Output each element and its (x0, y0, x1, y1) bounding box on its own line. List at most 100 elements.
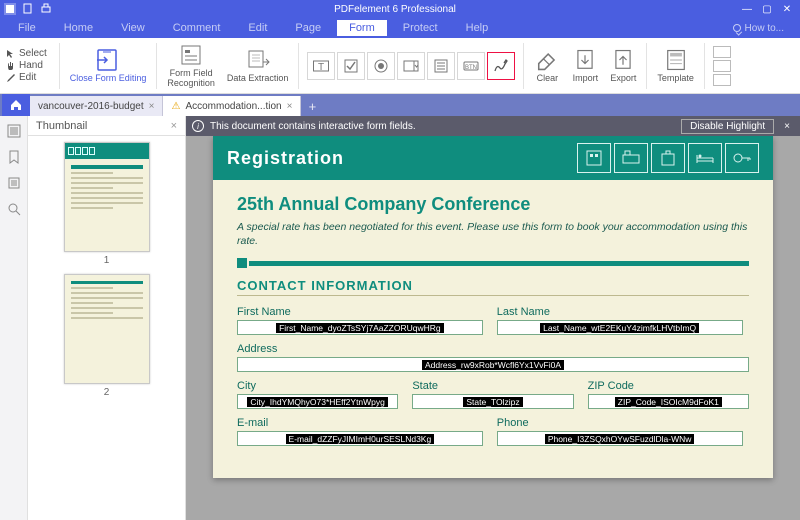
close-panel-icon[interactable]: × (171, 120, 177, 132)
bookmarks-nav-icon[interactable] (7, 150, 21, 164)
first-name-field[interactable]: First_Name_dyoZTsSYj7AaZZORUqwHRg (237, 320, 483, 335)
import-icon (572, 48, 598, 72)
menu-edit[interactable]: Edit (236, 20, 279, 36)
menu-file[interactable]: File (6, 20, 48, 36)
header-icon-building (577, 143, 611, 173)
section-heading: CONTACT INFORMATION (237, 278, 749, 293)
state-label: State (412, 380, 573, 392)
close-tab-icon[interactable]: × (287, 101, 293, 112)
close-form-icon (95, 48, 121, 72)
edit-tool[interactable]: Edit (6, 72, 47, 83)
last-name-label: Last Name (497, 306, 743, 318)
select-tool[interactable]: Select (6, 48, 47, 59)
doc-header-title: Registration (227, 148, 574, 169)
thumbnails-nav-icon[interactable] (7, 124, 21, 138)
disable-highlight-button[interactable]: Disable Highlight (681, 119, 774, 134)
address-label: Address (237, 343, 749, 355)
city-label: City (237, 380, 398, 392)
clear-button[interactable]: Clear (528, 40, 566, 92)
doc-subtitle: A special rate has been negotiated for t… (237, 221, 749, 248)
menu-help[interactable]: Help (454, 20, 501, 36)
data-extraction-button[interactable]: Data Extraction (221, 40, 295, 92)
close-tab-icon[interactable]: × (149, 101, 155, 112)
home-tab-button[interactable] (2, 94, 30, 116)
eraser-icon (534, 48, 560, 72)
svg-text:BTN: BTN (465, 65, 477, 71)
last-name-field[interactable]: Last_Name_wtE2EKuY4zimfkLHVtbImQ (497, 320, 743, 335)
header-icon-luggage (651, 143, 685, 173)
form-info-bar: i This document contains interactive for… (186, 116, 800, 136)
menu-page[interactable]: Page (283, 20, 333, 36)
email-field[interactable]: E-mail_dZZFyJIMImH0urSESLNd3Kg (237, 431, 483, 446)
page-thumbnail-2[interactable]: 2 (64, 274, 150, 398)
info-message: This document contains interactive form … (210, 121, 416, 132)
export-button[interactable]: Export (604, 40, 642, 92)
lightbulb-icon (733, 24, 741, 32)
close-window-button[interactable]: ✕ (778, 3, 796, 15)
recognition-icon (178, 43, 204, 67)
button-tool[interactable]: BTN (457, 52, 485, 80)
menu-view[interactable]: View (109, 20, 157, 36)
first-name-label: First Name (237, 306, 483, 318)
svg-text:T: T (318, 62, 324, 73)
maximize-button[interactable]: ▢ (758, 3, 776, 15)
window-title: PDFelement 6 Professional (52, 4, 738, 15)
title-bar: PDFelement 6 Professional — ▢ ✕ (0, 0, 800, 18)
state-field[interactable]: State_TOlzipz (412, 394, 573, 409)
thumbnail-title: Thumbnail (36, 120, 87, 132)
listbox-tool[interactable] (427, 52, 455, 80)
template-button[interactable]: Template (651, 40, 700, 92)
pencil-icon (6, 73, 16, 83)
email-label: E-mail (237, 417, 483, 429)
warning-icon: ⚠ (171, 101, 180, 112)
side-navigation (0, 116, 28, 520)
zip-field[interactable]: ZIP_Code_ISOIcM9dFoK1 (588, 394, 749, 409)
menu-comment[interactable]: Comment (161, 20, 233, 36)
address-field[interactable]: Address_rw9xRob*Wcfl6Yx1VvFi0A (237, 357, 749, 372)
combobox-tool[interactable] (397, 52, 425, 80)
extraction-icon (245, 48, 271, 72)
cursor-icon (6, 49, 16, 59)
hand-tool[interactable]: Hand (6, 60, 47, 71)
alignment-tools[interactable] (709, 46, 735, 86)
template-icon (663, 48, 689, 72)
doc-tab-1[interactable]: vancouver-2016-budget× (30, 96, 163, 116)
add-tab-button[interactable]: + (301, 96, 323, 116)
ribbon-toolbar: Select Hand Edit Close Form Editing Form… (0, 38, 800, 94)
search-nav-icon[interactable] (7, 202, 21, 216)
phone-label: Phone (497, 417, 743, 429)
zip-label: ZIP Code (588, 380, 749, 392)
close-infobar-button[interactable]: × (780, 121, 794, 132)
pdf-page: Registration 25th Annual Company Confere… (213, 136, 773, 478)
close-form-editing-button[interactable]: Close Form Editing (64, 40, 153, 92)
menu-home[interactable]: Home (52, 20, 105, 36)
menu-bar: File Home View Comment Edit Page Form Pr… (0, 18, 800, 38)
howto-search[interactable]: How to... (733, 23, 794, 34)
doc-title: 25th Annual Company Conference (237, 194, 749, 215)
header-icon-room (614, 143, 648, 173)
header-icon-bed (688, 143, 722, 173)
minimize-button[interactable]: — (738, 3, 756, 15)
doc-tab-2[interactable]: ⚠Accommodation...tion× (163, 96, 301, 116)
attachments-nav-icon[interactable] (7, 176, 21, 190)
header-icon-key (725, 143, 759, 173)
menu-protect[interactable]: Protect (391, 20, 450, 36)
print-icon[interactable] (40, 3, 52, 15)
import-button[interactable]: Import (566, 40, 604, 92)
export-icon (610, 48, 636, 72)
city-field[interactable]: City_IhdYMQhyO73*HEff2YtnWpyg (237, 394, 398, 409)
menu-form[interactable]: Form (337, 20, 387, 36)
document-tab-bar: vancouver-2016-budget× ⚠Accommodation...… (0, 94, 800, 116)
checkbox-tool[interactable] (337, 52, 365, 80)
info-icon: i (192, 120, 204, 132)
app-logo-icon (4, 3, 16, 15)
text-field-tool[interactable]: T (307, 52, 335, 80)
form-field-recognition-button[interactable]: Form Field Recognition (161, 40, 221, 92)
signature-tool[interactable] (487, 52, 515, 80)
phone-field[interactable]: Phone_I3ZSQxhOYwSFuzdlDla-WNw (497, 431, 743, 446)
new-doc-icon[interactable] (22, 3, 34, 15)
thumbnail-panel: Thumbnail × 1 2 (28, 116, 186, 520)
hand-icon (6, 61, 16, 71)
page-thumbnail-1[interactable]: 1 (64, 142, 150, 266)
radio-tool[interactable] (367, 52, 395, 80)
